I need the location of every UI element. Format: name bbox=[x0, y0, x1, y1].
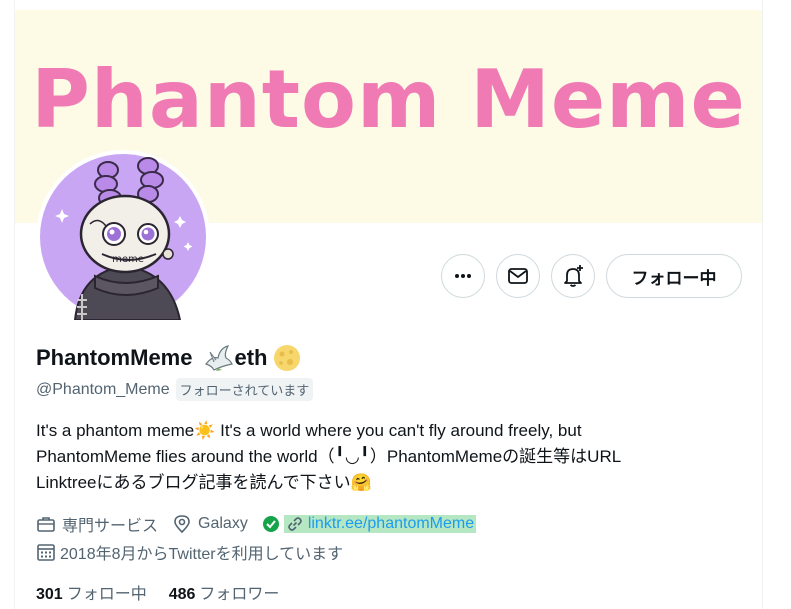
followers-link[interactable]: 486 フォロワー bbox=[169, 580, 280, 604]
dove-icon bbox=[205, 345, 234, 371]
bio-line: Linktreeにあるブログ記事を読んで下さい🤗 bbox=[36, 473, 372, 492]
followers-label: フォロワー bbox=[199, 586, 280, 603]
profile-link[interactable]: linktr.ee/phantomMeme bbox=[283, 515, 477, 533]
follow-stats: 301 フォロー中 486 フォロワー bbox=[36, 580, 279, 604]
following-link[interactable]: 301 フォロー中 bbox=[36, 580, 147, 604]
joined-label: 2018年8月からTwitterを利用しています bbox=[60, 546, 344, 563]
display-name-suffix: eth bbox=[234, 345, 268, 370]
more-icon bbox=[455, 274, 471, 278]
location-item: Galaxy bbox=[172, 514, 248, 534]
banner-title: Phantom Meme bbox=[31, 53, 746, 146]
full-moon-icon bbox=[274, 345, 301, 371]
briefcase-icon bbox=[37, 517, 55, 532]
link-icon bbox=[288, 517, 302, 531]
envelope-icon bbox=[508, 268, 528, 284]
profile-link-text: linktr.ee/phantomMeme bbox=[307, 515, 475, 532]
bio-line: It's a phantom meme☀️ It's a world where… bbox=[36, 421, 582, 440]
display-name: PhantomMeme eth bbox=[36, 344, 301, 372]
location-pin-icon bbox=[174, 515, 190, 534]
follows-you-badge: フォローされています bbox=[175, 378, 314, 401]
joined-row: 2018年8月からTwitterを利用しています bbox=[36, 540, 357, 564]
category-item: 専門サービス bbox=[36, 512, 158, 536]
avatar[interactable]: meme bbox=[36, 150, 210, 324]
calendar-icon bbox=[37, 544, 55, 561]
following-button[interactable]: フォロー中 bbox=[606, 254, 742, 298]
bio: It's a phantom meme☀️ It's a world where… bbox=[36, 418, 736, 496]
location-label: Galaxy bbox=[198, 515, 248, 532]
verified-check-icon bbox=[262, 516, 279, 532]
message-button[interactable] bbox=[496, 254, 540, 298]
category-label[interactable]: 専門サービス bbox=[62, 512, 158, 536]
following-count: 301 bbox=[36, 586, 63, 603]
bio-line: PhantomMeme flies around the world（╹◡╹）P… bbox=[36, 447, 622, 466]
display-name-text: PhantomMeme bbox=[36, 345, 193, 370]
notify-button[interactable] bbox=[551, 254, 595, 298]
bell-plus-icon bbox=[564, 265, 583, 287]
profile-meta: 専門サービス Galaxy linktr.ee/phantomMeme bbox=[36, 512, 490, 536]
svg-text:meme: meme bbox=[112, 254, 144, 265]
handle: @Phantom_Meme bbox=[36, 380, 170, 398]
avatar-image: meme bbox=[40, 154, 206, 320]
following-label: フォロー中 bbox=[66, 586, 147, 603]
handle-row: @Phantom_Meme フォローされています bbox=[36, 378, 314, 401]
link-item: linktr.ee/phantomMeme bbox=[262, 515, 477, 533]
followers-count: 486 bbox=[168, 586, 196, 603]
more-button[interactable] bbox=[441, 254, 485, 298]
joined-item: 2018年8月からTwitterを利用しています bbox=[36, 540, 343, 564]
